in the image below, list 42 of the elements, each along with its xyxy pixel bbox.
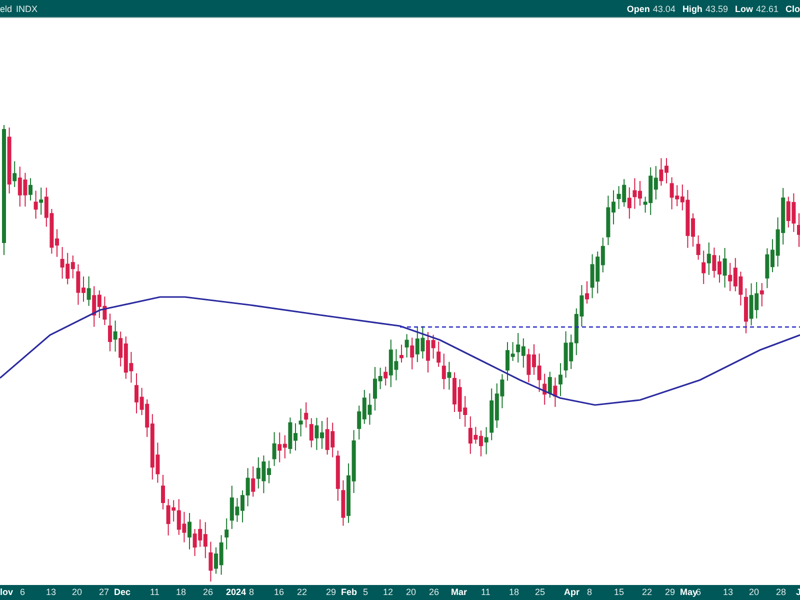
stat-value: 43.04 bbox=[652, 4, 676, 14]
axis-label: 2024 bbox=[226, 587, 246, 597]
stat-value: 42.61 bbox=[756, 4, 778, 14]
axis-label: 15 bbox=[614, 587, 624, 597]
axis-label: Apr bbox=[564, 587, 580, 597]
axis-label: May bbox=[680, 587, 698, 597]
axis-label: 6 bbox=[20, 587, 26, 597]
axis-label: 8 bbox=[587, 587, 592, 597]
axis-label: 13 bbox=[723, 587, 734, 597]
axis-label: 8 bbox=[249, 587, 254, 597]
axis-label: 6 bbox=[696, 587, 702, 597]
axis-label: Mar bbox=[451, 587, 468, 597]
axis-label: 11 bbox=[150, 587, 160, 597]
stat-label: Clo bbox=[786, 4, 800, 14]
axis-label: 29 bbox=[326, 587, 336, 597]
axis-label: 11 bbox=[481, 587, 490, 597]
axis-label: lov bbox=[0, 587, 14, 597]
axis-label: 28 bbox=[776, 587, 786, 597]
stat-label: Open bbox=[626, 4, 650, 14]
axis-label: 22 bbox=[642, 587, 652, 597]
axis-label: 20 bbox=[749, 587, 760, 597]
axis-label: 12 bbox=[383, 587, 394, 597]
symbol-label: INDX bbox=[16, 4, 38, 14]
axis-label: 13 bbox=[46, 587, 56, 597]
axis-label: 18 bbox=[509, 587, 520, 597]
axis-label: 18 bbox=[176, 587, 186, 597]
chart-title: eld bbox=[0, 4, 12, 14]
stat-label: Low bbox=[734, 4, 753, 14]
axis-label: Dec bbox=[114, 587, 131, 597]
axis-label: 26 bbox=[203, 587, 214, 597]
axis-label: 27 bbox=[99, 587, 110, 597]
axis-label: 5 bbox=[363, 587, 368, 597]
stat-label: High bbox=[682, 4, 702, 14]
axis-label: 29 bbox=[665, 587, 676, 597]
axis-label: 16 bbox=[274, 587, 284, 597]
axis-label: Feb bbox=[341, 587, 358, 597]
axis-label: 20 bbox=[72, 587, 82, 597]
axis-label: 26 bbox=[429, 587, 440, 597]
axis-label: 25 bbox=[535, 587, 546, 597]
stat-value: 43.59 bbox=[705, 4, 728, 14]
axis-label: 22 bbox=[297, 587, 308, 597]
axis-label: 20 bbox=[406, 587, 416, 597]
